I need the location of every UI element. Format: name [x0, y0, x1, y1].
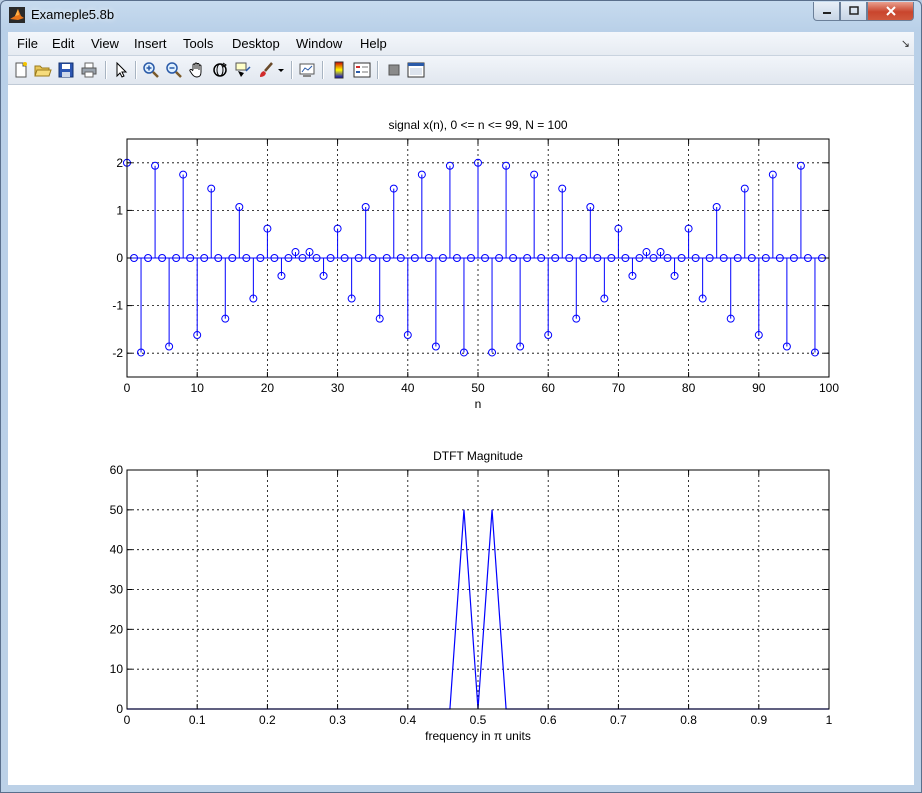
figure-window: Exameple5.8b File Edit View Insert Tools… [0, 0, 922, 793]
zoom-out-icon[interactable] [165, 61, 183, 79]
y-tick-label: 1 [116, 203, 123, 217]
x-tick-label: 10 [191, 381, 205, 395]
x-tick-label: 0 [124, 713, 131, 727]
menu-insert[interactable]: Insert [134, 36, 167, 51]
print-icon[interactable] [80, 61, 98, 79]
minimize-icon [822, 12, 831, 14]
y-tick-label: -2 [112, 346, 123, 360]
x-tick-label: 0.2 [259, 713, 276, 727]
brush-icon[interactable] [257, 61, 275, 79]
menu-bar: File Edit View Insert Tools Desktop Wind… [8, 32, 914, 56]
y-tick-label: 0 [116, 251, 123, 265]
axes-2: 0 0.1 0.2 0.3 0.4 0.5 0.6 0.7 0.8 0.9 101020304050… [110, 449, 833, 743]
menu-desktop[interactable]: Desktop [232, 36, 280, 51]
x-tick-label: 60 [542, 381, 556, 395]
y-tick-label: 60 [110, 463, 124, 477]
toolbar-separator [291, 61, 293, 79]
x-axis-label: n [475, 397, 482, 411]
toolbar-separator [322, 61, 324, 79]
y-tick-label: 50 [110, 503, 124, 517]
x-tick-label: 30 [331, 381, 345, 395]
dropdown-arrow-icon[interactable] [277, 61, 285, 79]
maximize-button[interactable] [840, 2, 867, 21]
y-tick-label: 2 [116, 156, 123, 170]
hide-plot-tools-icon[interactable] [385, 61, 403, 79]
data-cursor-icon[interactable] [234, 61, 252, 79]
x-tick-label: 90 [752, 381, 766, 395]
legend-icon[interactable] [353, 61, 371, 79]
select-arrow-icon[interactable] [112, 61, 130, 79]
close-icon [885, 6, 896, 16]
y-tick-label: 0 [116, 702, 123, 716]
x-tick-label: 0.8 [680, 713, 697, 727]
save-icon[interactable] [57, 61, 75, 79]
window-title: Exameple5.8b [31, 7, 115, 22]
x-tick-label: 0 [124, 381, 131, 395]
minimize-button[interactable] [813, 2, 840, 21]
x-tick-label: 0.3 [329, 713, 346, 727]
x-tick-label: 70 [612, 381, 626, 395]
y-tick-label: 20 [110, 622, 124, 636]
menu-edit[interactable]: Edit [52, 36, 74, 51]
x-tick-label: 0.4 [399, 713, 416, 727]
axes-title: signal x(n), 0 <= n <= 99, N = 100 [388, 118, 567, 132]
x-axis-label: frequency in π units [425, 729, 531, 743]
x-tick-label: 0.1 [189, 713, 206, 727]
link-plot-icon[interactable] [298, 61, 316, 79]
x-tick-label: 100 [819, 381, 839, 395]
open-file-icon[interactable] [34, 61, 52, 79]
dock-arrow-icon[interactable]: ↘ [901, 37, 910, 50]
axes-title: DTFT Magnitude [433, 449, 523, 463]
title-bar[interactable]: Exameple5.8b [1, 1, 921, 31]
plots-svg: 0 10 20 30 40 50 60 70 80 90 100-2-1012signal x(n)… [110, 118, 840, 743]
y-tick-label: 10 [110, 662, 124, 676]
close-button[interactable] [867, 2, 914, 21]
maximize-icon [848, 6, 859, 15]
x-tick-label: 50 [471, 381, 485, 395]
figure-canvas: 0 10 20 30 40 50 60 70 80 90 100 -2 -1 0 1 2 signal x(n)… [8, 85, 914, 785]
new-figure-icon[interactable] [12, 61, 30, 79]
figure-toolbar [8, 56, 914, 85]
toolbar-separator [135, 61, 137, 79]
x-tick-label: 0.5 [470, 713, 487, 727]
menu-help[interactable]: Help [360, 36, 387, 51]
x-tick-label: 0.9 [750, 713, 767, 727]
pan-hand-icon[interactable] [188, 61, 206, 79]
menu-file[interactable]: File [17, 36, 38, 51]
y-tick-label: 30 [110, 583, 124, 597]
x-tick-label: 20 [261, 381, 275, 395]
colorbar-icon[interactable] [330, 61, 348, 79]
y-tick-label: -1 [112, 299, 123, 313]
toolbar-separator [377, 61, 379, 79]
menu-tools[interactable]: Tools [183, 36, 213, 51]
x-tick-label: 1 [826, 713, 833, 727]
x-tick-label: 40 [401, 381, 415, 395]
show-plot-tools-icon[interactable] [407, 61, 425, 79]
x-tick-label: 0.6 [540, 713, 557, 727]
menu-window[interactable]: Window [296, 36, 342, 51]
menu-view[interactable]: View [91, 36, 119, 51]
y-tick-label: 40 [110, 543, 124, 557]
axes-1: 0 10 20 30 40 50 60 70 80 90 100 -2 -1 0 1 2 signal x(n)… [112, 118, 839, 411]
rotate-3d-icon[interactable] [211, 61, 229, 79]
toolbar-separator [105, 61, 107, 79]
matlab-icon [9, 7, 25, 23]
x-tick-label: 80 [682, 381, 696, 395]
x-tick-label: 0.7 [610, 713, 627, 727]
zoom-in-icon[interactable] [142, 61, 160, 79]
